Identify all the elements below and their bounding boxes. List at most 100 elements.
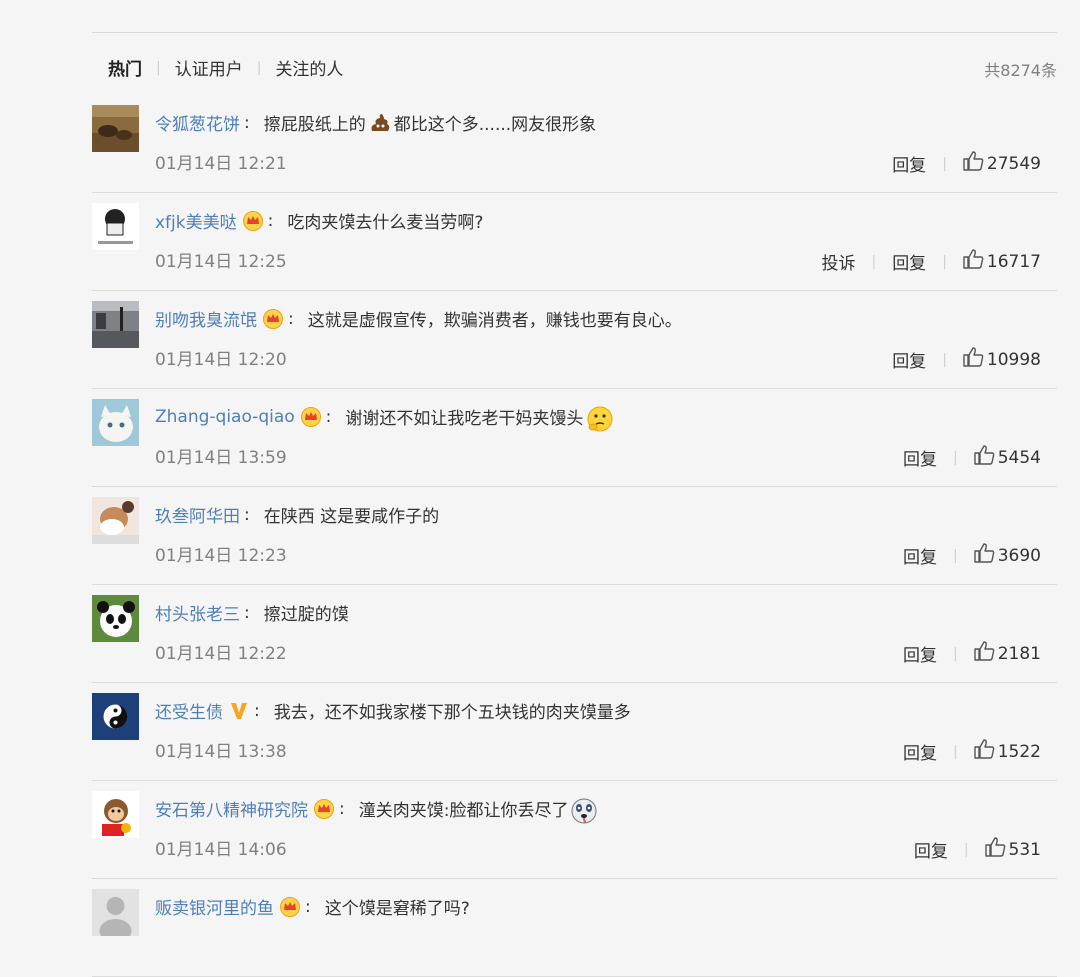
comment-actions: 回复 | 27549 bbox=[892, 151, 1041, 176]
vip-crown-icon[interactable] bbox=[279, 896, 301, 917]
avatar[interactable] bbox=[92, 399, 139, 446]
comment-actions: 回复 | 5454 bbox=[903, 445, 1041, 470]
verified-v-icon[interactable] bbox=[228, 701, 250, 721]
like-button[interactable]: 27549 bbox=[963, 151, 1041, 176]
comment-content: 令狐葱花饼: 擦屁股纸上的 都比这个多......网友很形象 bbox=[155, 110, 597, 136]
username-link[interactable]: 令狐葱花饼 bbox=[155, 110, 240, 135]
reply-button[interactable]: 回复 bbox=[914, 837, 948, 862]
comment-item: 令狐葱花饼: 擦屁股纸上的 都比这个多......网友很形象 01月14日 12:2… bbox=[92, 96, 1057, 193]
username-link[interactable]: 玖叁阿华田 bbox=[155, 502, 240, 527]
like-button[interactable]: 16717 bbox=[963, 249, 1041, 274]
thumbs-up-icon bbox=[963, 249, 987, 274]
avatar[interactable] bbox=[92, 693, 139, 740]
comment-timestamp: 01月14日 14:06 bbox=[155, 840, 287, 860]
action-divider: | bbox=[953, 547, 958, 564]
thumbs-up-icon bbox=[974, 445, 998, 470]
avatar[interactable] bbox=[92, 301, 139, 348]
thumbs-up-icon bbox=[974, 543, 998, 568]
action-divider: | bbox=[963, 841, 969, 858]
reply-button[interactable]: 回复 bbox=[903, 543, 937, 568]
comment-text: 我去，还不如我家楼下那个五块钱的肉夹馍量多 bbox=[273, 703, 631, 723]
like-button[interactable]: 5454 bbox=[974, 445, 1041, 470]
comment-timestamp: 01月14日 12:22 bbox=[155, 644, 287, 664]
comment-timestamp: 01月14日 12:20 bbox=[155, 350, 287, 370]
comment-list: 令狐葱花饼: 擦屁股纸上的 都比这个多......网友很形象 01月14日 12:2… bbox=[92, 95, 1057, 977]
tab-divider: | bbox=[256, 59, 262, 76]
avatar[interactable] bbox=[92, 497, 139, 544]
reply-button[interactable]: 回复 bbox=[892, 347, 926, 372]
colon-separator: : bbox=[267, 210, 274, 231]
thumbs-up-icon bbox=[984, 837, 1009, 862]
comment-text: 擦屁股纸上的 bbox=[263, 115, 366, 135]
comment-total-count: 共8274条 bbox=[984, 61, 1057, 80]
comment-text: 在陕西 这是要咸作子的 bbox=[263, 507, 440, 527]
reply-button[interactable]: 回复 bbox=[892, 151, 926, 176]
action-divider: | bbox=[942, 351, 947, 368]
comment-text: 这就是虚假宣传，欺骗消费者，赚钱也要有良心。 bbox=[307, 311, 682, 331]
colon-separator: : bbox=[254, 700, 260, 721]
comment-text: 潼关肉夹馍:脸都让你丢尽了 bbox=[358, 801, 569, 821]
vip-crown-icon[interactable] bbox=[242, 210, 264, 231]
think-emoji-icon bbox=[585, 405, 613, 431]
tab-verified-users[interactable]: 认证用户 bbox=[175, 55, 243, 80]
comment-content: 安石第八精神研究院: 潼关肉夹馍:脸都让你丢尽了 bbox=[155, 796, 597, 823]
colon-separator: : bbox=[244, 504, 250, 525]
comment-item: 村头张老三: 擦过腚的馍 01月14日 12:22 回复 | 2181 bbox=[92, 586, 1057, 683]
username-link[interactable]: xfjk美美哒 bbox=[155, 208, 237, 233]
vip-crown-icon[interactable] bbox=[300, 406, 322, 427]
reply-button[interactable]: 回复 bbox=[903, 641, 937, 666]
comment-timestamp: 01月14日 12:21 bbox=[155, 154, 287, 174]
username-link[interactable]: 安石第八精神研究院 bbox=[155, 796, 308, 821]
comment-actions: 回复 | 3690 bbox=[903, 543, 1041, 568]
comment-tabs: 热门 | 认证用户 | 关注的人 bbox=[108, 55, 343, 81]
thumbs-up-icon bbox=[974, 739, 998, 764]
comment-content: xfjk美美哒: 吃肉夹馍去什么麦当劳啊? bbox=[155, 208, 483, 233]
tab-hot[interactable]: 热门 bbox=[108, 55, 142, 80]
tab-divider: | bbox=[156, 59, 161, 76]
comment-actions: 回复 | 2181 bbox=[903, 641, 1041, 666]
vip-crown-icon[interactable] bbox=[262, 308, 284, 329]
like-count: 2181 bbox=[997, 643, 1041, 664]
comment-content: 村头张老三: 擦过腚的馍 bbox=[155, 600, 349, 626]
like-button[interactable]: 3690 bbox=[974, 543, 1041, 568]
vip-crown-icon[interactable] bbox=[313, 798, 335, 819]
comment-actions: 回复 | 10998 bbox=[892, 347, 1041, 372]
comment-timestamp: 01月14日 13:38 bbox=[155, 742, 287, 762]
username-link[interactable]: 村头张老三 bbox=[155, 600, 240, 625]
username-link[interactable]: 贩卖银河里的鱼 bbox=[155, 894, 274, 919]
comment-item: xfjk美美哒: 吃肉夹馍去什么麦当劳啊? 01月14日 12:25 投诉 | 回复 … bbox=[92, 194, 1057, 291]
comment-text: 吃肉夹馍去什么麦当劳啊? bbox=[287, 213, 484, 233]
comment-content: 玖叁阿华田: 在陕西 这是要咸作子的 bbox=[155, 502, 440, 528]
report-button[interactable]: 投诉 bbox=[821, 249, 855, 274]
comment-item: 安石第八精神研究院: 潼关肉夹馍:脸都让你丢尽了 01月14日 14:06 回复 … bbox=[92, 782, 1057, 879]
like-count: 16717 bbox=[986, 251, 1041, 272]
comment-item: Zhang-qiao-qiao: 谢谢还不如让我吃老干妈夹馒头 01月14日 13… bbox=[92, 390, 1057, 487]
tab-following[interactable]: 关注的人 bbox=[275, 55, 343, 80]
like-button[interactable]: 531 bbox=[984, 837, 1041, 862]
colon-separator: : bbox=[305, 896, 311, 917]
username-link[interactable]: 别吻我臭流氓 bbox=[155, 306, 257, 331]
avatar[interactable] bbox=[92, 105, 139, 152]
thumbs-up-icon bbox=[974, 641, 998, 666]
avatar[interactable] bbox=[92, 595, 139, 642]
like-button[interactable]: 10998 bbox=[963, 347, 1041, 372]
action-divider: | bbox=[942, 155, 947, 172]
avatar[interactable] bbox=[92, 889, 139, 936]
avatar[interactable] bbox=[92, 203, 139, 250]
thumbs-up-icon bbox=[963, 151, 987, 176]
username-link[interactable]: 还受生债 bbox=[155, 698, 223, 723]
like-button[interactable]: 2181 bbox=[974, 641, 1041, 666]
comment-actions: 投诉 | 回复 | 16717 bbox=[821, 249, 1041, 274]
comment-content: 贩卖银河里的鱼: 这个馍是窘稀了吗? bbox=[155, 894, 470, 919]
reply-button[interactable]: 回复 bbox=[903, 445, 937, 470]
reply-button[interactable]: 回复 bbox=[892, 249, 926, 274]
action-divider: | bbox=[871, 253, 877, 270]
reply-button[interactable]: 回复 bbox=[903, 739, 937, 764]
comment-text: 这个馍是窘稀了吗? bbox=[324, 899, 470, 919]
avatar[interactable] bbox=[92, 791, 139, 838]
comment-text-tail: 都比这个多......网友很形象 bbox=[393, 115, 597, 135]
comment-item: 还受生债: 我去，还不如我家楼下那个五块钱的肉夹馍量多 01月14日 13:38 … bbox=[92, 684, 1057, 781]
like-button[interactable]: 1522 bbox=[974, 739, 1041, 764]
like-count: 10998 bbox=[986, 349, 1041, 370]
username-link[interactable]: Zhang-qiao-qiao bbox=[155, 407, 295, 427]
